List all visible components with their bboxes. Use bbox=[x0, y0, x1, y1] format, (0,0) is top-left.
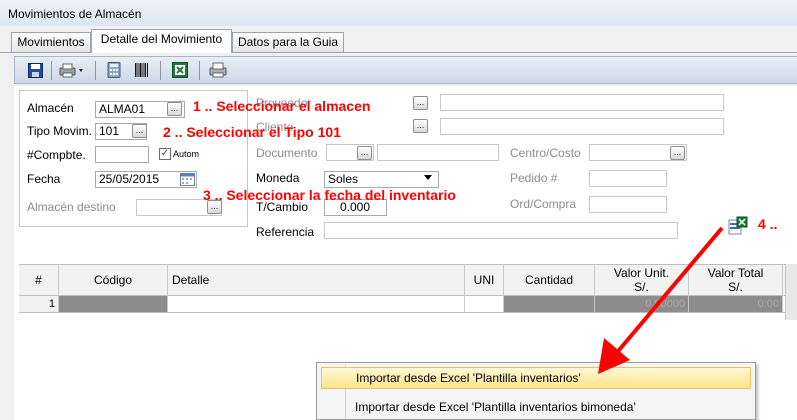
row-detalle-cell[interactable] bbox=[168, 296, 465, 312]
ord-compra-field[interactable] bbox=[589, 196, 667, 213]
fecha-label: Fecha bbox=[27, 172, 61, 186]
proveedor-lookup-button[interactable]: ... bbox=[413, 96, 428, 110]
row-cantidad-cell[interactable] bbox=[504, 296, 595, 312]
documento-field[interactable] bbox=[377, 144, 499, 161]
almacen-label: Almacén bbox=[27, 101, 74, 115]
annotation-step-2: 2 .. Seleccionar el Tipo 101 bbox=[163, 124, 341, 140]
moneda-label: Moneda bbox=[256, 171, 300, 185]
menu-item-importar-plantilla-bimoneda[interactable]: Importar desde Excel 'Plantilla inventar… bbox=[321, 396, 751, 418]
import-excel-icon[interactable] bbox=[728, 216, 748, 236]
window-title-bar: Movimientos de Almacén bbox=[0, 0, 797, 26]
row-num: 1 bbox=[19, 296, 59, 312]
annotation-step-1: 1 .. Seleccionar el almacen bbox=[193, 98, 371, 114]
compbte-field[interactable] bbox=[95, 146, 149, 163]
tab-strip: Movimientos Detalle del Movimiento Datos… bbox=[0, 28, 797, 53]
vertical-scrollbar[interactable] bbox=[785, 264, 797, 320]
row-uni-cell[interactable] bbox=[465, 296, 504, 312]
col-header-uni[interactable]: UNI bbox=[465, 265, 504, 295]
col-header-detalle[interactable]: Detalle bbox=[168, 265, 465, 295]
printer-icon[interactable] bbox=[208, 61, 228, 79]
excel-icon[interactable] bbox=[170, 61, 190, 79]
print-icon[interactable] bbox=[57, 61, 87, 79]
documento-lookup-button[interactable]: ... bbox=[357, 146, 372, 160]
barcode-icon[interactable] bbox=[132, 61, 152, 79]
autom-checkbox[interactable]: ✓ bbox=[159, 148, 171, 160]
col-header-codigo[interactable]: Código bbox=[59, 265, 168, 295]
pedido-field[interactable] bbox=[589, 170, 667, 187]
tipo-movim-label: Tipo Movim. bbox=[27, 124, 92, 138]
almacen-lookup-button[interactable]: ... bbox=[167, 102, 182, 116]
centro-costo-label: Centro/Costo bbox=[510, 146, 581, 160]
annotation-step-4: 4 .. bbox=[758, 216, 778, 232]
annotation-step-3: 3 .. Seleccionar la fecha del inventario bbox=[203, 187, 456, 203]
col-header-num[interactable]: # bbox=[19, 265, 59, 295]
save-icon[interactable] bbox=[25, 61, 45, 79]
annotation-arrow bbox=[598, 226, 724, 374]
tipo-movim-lookup-button[interactable]: ... bbox=[132, 124, 147, 138]
toolbar bbox=[14, 56, 797, 84]
documento-label: Documento bbox=[256, 146, 318, 160]
pedido-label: Pedido # bbox=[510, 171, 558, 185]
calendar-icon[interactable] bbox=[180, 172, 195, 186]
chevron-down-icon[interactable] bbox=[424, 175, 432, 180]
moneda-select[interactable]: Soles bbox=[324, 171, 439, 188]
col-header-cantidad[interactable]: Cantidad bbox=[504, 265, 595, 295]
window-title: Movimientos de Almacén bbox=[8, 7, 142, 21]
centro-costo-lookup-button[interactable]: ... bbox=[670, 146, 685, 160]
compbte-label: #Compbte. bbox=[27, 148, 86, 162]
cliente-field[interactable] bbox=[440, 118, 724, 135]
row-codigo-cell[interactable] bbox=[59, 296, 168, 312]
tab-movimientos[interactable]: Movimientos bbox=[11, 32, 91, 52]
tab-detalle-movimiento[interactable]: Detalle del Movimiento bbox=[91, 29, 232, 53]
tab-datos-guia[interactable]: Datos para la Guia bbox=[232, 32, 344, 52]
ord-compra-label: Ord/Compra bbox=[510, 197, 577, 211]
referencia-label: Referencia bbox=[256, 225, 315, 239]
almacen-destino-label: Almacén destino bbox=[27, 200, 116, 214]
proveedor-field[interactable] bbox=[440, 94, 724, 111]
cliente-lookup-button[interactable]: ... bbox=[413, 119, 428, 133]
calculator-icon[interactable] bbox=[104, 61, 124, 79]
autom-label: Autom bbox=[173, 149, 200, 159]
